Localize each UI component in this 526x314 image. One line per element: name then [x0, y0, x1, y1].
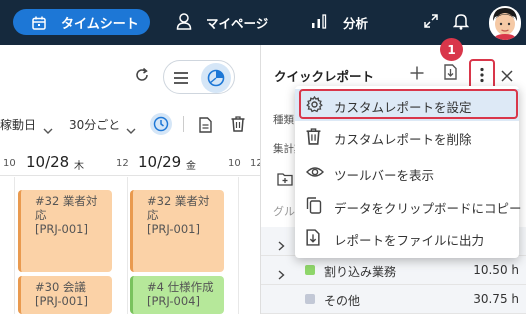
- category-name: その他: [324, 294, 361, 308]
- report-type-label: 種類: [273, 114, 294, 126]
- grid-line: [14, 177, 15, 314]
- date-label: 10/29: [138, 153, 182, 171]
- toolbar-divider: [183, 116, 184, 132]
- chevron-right-icon[interactable]: [278, 265, 285, 284]
- category-hours: 30.75 h: [473, 292, 519, 306]
- event-project: [PRJ-004]: [147, 294, 200, 308]
- event-project: [PRJ-001]: [147, 222, 200, 236]
- grid-line: [127, 177, 128, 314]
- nav-analysis-label: 分析: [343, 16, 369, 31]
- menu-item-copy-to-clipboard[interactable]: データをクリップボードにコピー: [295, 190, 522, 222]
- menu-item-label: データをクリップボードにコピー: [334, 201, 522, 216]
- calendar-filter-row: 稼動日 30分ごと: [0, 111, 260, 139]
- calendar-event[interactable]: #30 会議 [PRJ-001]: [18, 276, 112, 314]
- step-badge: 1: [440, 38, 463, 61]
- document-icon[interactable]: [199, 117, 212, 137]
- more-options-menu: カスタムレポートを設定 カスタムレポートを削除 ツールバーを表示 データをクリッ…: [295, 86, 522, 258]
- date-label: 10/28: [26, 153, 70, 171]
- event-title: #32 業者対: [147, 194, 210, 208]
- menu-item-show-toolbar[interactable]: ツールバーを表示: [295, 157, 519, 189]
- menu-item-label: ツールバーを表示: [334, 168, 435, 183]
- calendar-event[interactable]: #4 仕様作成 [PRJ-004]: [130, 276, 224, 314]
- hour-label: 10: [3, 158, 16, 169]
- avatar[interactable]: [489, 6, 521, 40]
- menu-item-label: カスタムレポートを設定: [334, 100, 472, 115]
- group-label: グル: [273, 205, 295, 218]
- menu-item-set-custom-report[interactable]: カスタムレポートを設定: [295, 89, 519, 121]
- calendar-event[interactable]: #32 業者対 応 [PRJ-001]: [130, 190, 224, 272]
- timesheet-calendar-area: 稼動日 30分ごと 10 10/28 木 12 10/29 金 10 12 #3…: [0, 45, 263, 314]
- menu-item-export-to-file[interactable]: レポートをファイルに出力: [295, 222, 519, 254]
- category-color-swatch: [305, 294, 315, 304]
- trash-icon[interactable]: [231, 116, 245, 136]
- view-toggle: [163, 60, 235, 94]
- close-icon[interactable]: [501, 67, 513, 86]
- unit-select[interactable]: 稼動日: [0, 116, 36, 133]
- refresh-icon[interactable]: [134, 67, 150, 87]
- category-color-swatch: [305, 265, 315, 275]
- event-title-cont: 応: [35, 208, 47, 222]
- nav-timesheet-button[interactable]: タイムシート: [13, 9, 150, 35]
- menu-item-label: カスタムレポートを削除: [334, 132, 472, 147]
- hour-label: 10: [228, 158, 241, 169]
- report-row[interactable]: その他 30.75 h: [261, 285, 526, 314]
- gear-icon: [306, 95, 323, 117]
- bell-icon[interactable]: [452, 12, 470, 34]
- event-project: [PRJ-001]: [35, 294, 88, 308]
- weekday-label: 木: [74, 161, 84, 172]
- menu-item-delete-custom-report[interactable]: カスタムレポートを削除: [295, 121, 519, 153]
- file-export-icon[interactable]: [444, 64, 457, 84]
- trash-icon: [306, 128, 321, 149]
- eye-icon: [306, 164, 324, 183]
- calendar-event[interactable]: #32 業者対 応 [PRJ-001]: [18, 190, 112, 272]
- event-project: [PRJ-001]: [35, 222, 88, 236]
- event-title-cont: 応: [147, 208, 159, 222]
- nav-mypage-label: マイページ: [206, 16, 269, 31]
- report-row[interactable]: 割り込み業務 10.50 h: [261, 256, 526, 285]
- person-icon: [176, 13, 192, 34]
- bar-chart-icon: [311, 14, 327, 33]
- grid-line: [238, 177, 239, 314]
- date-header-row: 10 10/28 木 12 10/29 金 10 12: [0, 146, 263, 176]
- list-view-icon[interactable]: [173, 70, 189, 90]
- pie-chart-view-icon[interactable]: [201, 63, 231, 93]
- chevron-right-icon[interactable]: [278, 236, 285, 255]
- expand-icon[interactable]: [423, 13, 439, 33]
- folder-add-icon[interactable]: [277, 171, 293, 190]
- clock-icon[interactable]: [150, 113, 172, 135]
- event-title: #32 業者対: [35, 194, 98, 208]
- interval-select[interactable]: 30分ごと: [69, 116, 120, 133]
- nav-timesheet-label: タイムシート: [61, 17, 139, 32]
- category-hours: 10.50 h: [473, 263, 519, 277]
- calendar-icon: [32, 15, 46, 34]
- weekday-label: 金: [186, 161, 196, 172]
- event-title: #4 仕様作成: [147, 280, 214, 294]
- file-export-icon: [306, 229, 320, 250]
- panel-title: クイックレポート: [274, 69, 375, 84]
- chevron-down-icon[interactable]: [126, 120, 136, 139]
- chevron-down-icon[interactable]: [43, 120, 53, 139]
- hour-label: 12: [116, 158, 129, 169]
- event-title: #30 会議: [35, 280, 86, 294]
- add-icon[interactable]: [410, 65, 424, 84]
- copy-icon: [306, 197, 322, 218]
- menu-item-label: レポートをファイルに出力: [334, 233, 485, 248]
- category-name: 割り込み業務: [324, 265, 397, 279]
